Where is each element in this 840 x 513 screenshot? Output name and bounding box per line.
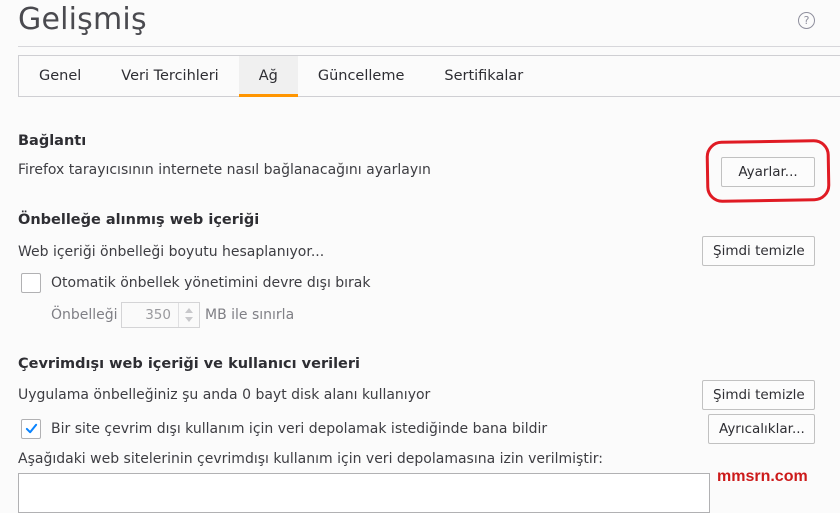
allowed-sites-label: Aşağıdaki web sitelerinin çevrimdışı kul…: [18, 451, 603, 467]
tab-network[interactable]: Ağ: [238, 56, 298, 97]
spin-up-icon[interactable]: [185, 308, 193, 313]
watermark: mmsrn.com: [717, 468, 808, 485]
checkmark-icon: [25, 423, 38, 434]
title-divider: [18, 46, 840, 47]
cache-override-label[interactable]: Otomatik önbellek yönetimini devre dışı …: [51, 275, 371, 291]
cache-limit-prefix: Önbelleği: [51, 307, 118, 323]
page-title: Gelişmiş: [18, 2, 147, 37]
connection-section-title: Bağlantı: [18, 133, 87, 149]
offline-usage-description: Uygulama önbelleğiniz şu anda 0 bayt dis…: [18, 387, 431, 403]
cache-limit-suffix: MB ile sınırla: [205, 307, 295, 323]
offline-notify-checkbox[interactable]: [21, 419, 41, 439]
cache-limit-value: 350: [145, 307, 171, 323]
cache-override-checkbox[interactable]: [21, 273, 41, 293]
tab-general[interactable]: Genel: [19, 56, 101, 96]
cache-size-description: Web içeriği önbelleği boyutu hesaplanıyo…: [18, 244, 325, 260]
tab-data-choices[interactable]: Veri Tercihleri: [101, 56, 238, 96]
offline-notify-label[interactable]: Bir site çevrim dışı kullanım için veri …: [51, 421, 547, 437]
offline-exceptions-button[interactable]: Ayrıcalıklar...: [708, 414, 815, 444]
tab-certificates[interactable]: Sertifikalar: [424, 56, 543, 96]
allowed-sites-list[interactable]: [18, 473, 710, 513]
offline-section-title: Çevrimdışı web içeriği ve kullanıcı veri…: [18, 356, 360, 372]
spin-down-icon[interactable]: [185, 317, 193, 322]
cache-limit-input[interactable]: 350: [121, 302, 200, 328]
annotation-highlight-circle: [705, 138, 831, 204]
offline-clear-button[interactable]: Şimdi temizle: [702, 380, 815, 410]
cache-clear-button[interactable]: Şimdi temizle: [702, 236, 815, 266]
tab-bar: Genel Veri Tercihleri Ağ Güncelleme Sert…: [18, 55, 840, 97]
cache-limit-spinner[interactable]: [178, 303, 199, 327]
help-icon[interactable]: ?: [798, 12, 815, 29]
connection-description: Firefox tarayıcısının internete nasıl ba…: [18, 162, 431, 178]
tab-update[interactable]: Güncelleme: [298, 56, 425, 96]
cache-section-title: Önbelleğe alınmış web içeriği: [18, 212, 260, 228]
